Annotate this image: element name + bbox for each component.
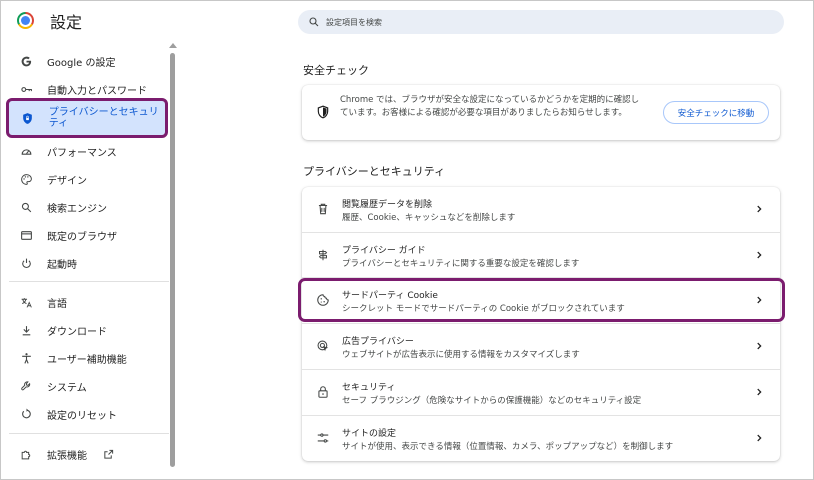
safety-check-card: Chrome では、ブラウザが安全な設定になっているかどうかを定期的に確認してい… [302, 85, 780, 140]
browser-icon [19, 228, 33, 242]
row-subtitle: シークレット モードでサードパーティの Cookie がブロックされています [342, 304, 625, 314]
chevron-right-icon [757, 205, 762, 213]
row-subtitle: 履歴、Cookie、キャッシュなどを削除します [342, 213, 516, 223]
ad-privacy-icon [317, 340, 329, 352]
scrollbar-up-arrow[interactable] [169, 43, 177, 48]
sidebar-scrollbar[interactable] [170, 53, 175, 467]
sidebar-item-label: 言語 [47, 298, 67, 310]
accessibility-icon [19, 351, 33, 365]
privacy-card: 閲覧履歴データを削除 履歴、Cookie、キャッシュなどを削除します プライバシ… [302, 187, 780, 461]
search-input[interactable] [326, 17, 726, 27]
sidebar-item-label: システム [47, 382, 87, 394]
row-subtitle: ウェブサイトが広告表示に使用する情報をカスタマイズします [342, 350, 580, 360]
privacy-section-title: プライバシーとセキュリティ [303, 165, 446, 178]
sidebar-item-label: 検索エンジン [47, 203, 107, 215]
guide-icon [318, 249, 328, 261]
sidebar-item-label: ユーザー補助機能 [47, 354, 127, 366]
sidebar-item-label: ダウンロード [47, 326, 107, 338]
search-box[interactable] [298, 10, 784, 34]
safety-check-description: Chrome では、ブラウザが安全な設定になっているかどうかを定期的に確認してい… [340, 95, 640, 118]
row-title: サイトの設定 [342, 429, 397, 439]
shield-check-icon [317, 105, 329, 119]
wrench-icon [19, 379, 33, 393]
sidebar-item-label: 自動入力とパスワード [47, 85, 147, 97]
privacy-row-third-party-cookies[interactable]: サードパーティ Cookie シークレット モードでサードパーティの Cooki… [302, 277, 780, 322]
trash-icon [318, 203, 328, 215]
sidebar-item-label: プライバシーとセキュリティ [48, 107, 159, 129]
sidebar-item-google[interactable]: Google の設定 [9, 48, 169, 74]
search-icon [19, 200, 33, 214]
row-title: プライバシー ガイド [342, 246, 426, 256]
chevron-right-icon [757, 251, 762, 259]
sidebar-item-extensions[interactable]: 拡張機能 [9, 441, 169, 467]
sidebar-item-privacy[interactable]: プライバシーとセキュリティ [6, 98, 168, 138]
chevron-right-icon [757, 296, 762, 304]
download-icon [19, 323, 33, 337]
sidebar-item-label: Google の設定 [47, 57, 116, 69]
sidebar-item-label: デザイン [47, 175, 87, 187]
row-title: 広告プライバシー [342, 337, 414, 347]
sidebar-item-accessibility[interactable]: ユーザー補助機能 [9, 345, 169, 371]
chevron-right-icon [757, 342, 762, 350]
sidebar-item-label: パフォーマンス [47, 147, 117, 159]
lock-icon [318, 386, 328, 398]
row-subtitle: セーフ ブラウジング（危険なサイトからの保護機能）などのセキュリティ設定 [342, 396, 642, 406]
page-title: 設定 [50, 13, 83, 32]
cookie-icon [317, 294, 329, 306]
privacy-row-site-settings[interactable]: サイトの設定 サイトが使用、表示できる情報（位置情報、カメラ、ポップアップなど）… [302, 415, 780, 460]
sidebar-item-performance[interactable]: パフォーマンス [9, 138, 169, 164]
row-title: サードパーティ Cookie [342, 291, 438, 301]
puzzle-icon [19, 447, 33, 461]
row-title: 閲覧履歴データを削除 [342, 200, 433, 210]
sidebar-divider [9, 433, 169, 434]
key-icon [19, 82, 33, 96]
sidebar-item-search-engine[interactable]: 検索エンジン [9, 194, 169, 220]
sidebar-item-languages[interactable]: 言語 [9, 289, 169, 315]
chevron-right-icon [757, 434, 762, 442]
external-link-icon [103, 449, 114, 460]
row-title: セキュリティ [342, 383, 396, 393]
sidebar-item-label: 拡張機能 [47, 450, 87, 462]
sidebar-item-reset[interactable]: 設定のリセット [9, 401, 169, 427]
settings-window: 設定 Google の設定 自動入力とパスワード プライバシーとセキュリティ パ… [0, 0, 814, 480]
sidebar-item-appearance[interactable]: デザイン [9, 166, 169, 192]
sidebar-divider [9, 281, 169, 282]
sidebar-item-label: 設定のリセット [47, 410, 117, 422]
safety-check-title: 安全チェック [303, 64, 369, 77]
palette-icon [19, 172, 33, 186]
translate-icon [19, 295, 33, 309]
power-icon [19, 256, 33, 270]
chrome-logo-icon [17, 12, 34, 29]
row-subtitle: サイトが使用、表示できる情報（位置情報、カメラ、ポップアップなど）を制御します [342, 442, 674, 452]
privacy-row-security[interactable]: セキュリティ セーフ ブラウジング（危険なサイトからの保護機能）などのセキュリテ… [302, 369, 780, 414]
sidebar-item-downloads[interactable]: ダウンロード [9, 317, 169, 343]
chevron-right-icon [757, 388, 762, 396]
reset-icon [19, 407, 33, 421]
sidebar-item-label: 既定のブラウザ [47, 231, 117, 243]
sidebar-item-on-startup[interactable]: 起動時 [9, 250, 169, 276]
google-icon [19, 54, 33, 68]
privacy-row-ad-privacy[interactable]: 広告プライバシー ウェブサイトが広告表示に使用する情報をカスタマイズします [302, 323, 780, 368]
sidebar-item-label: 起動時 [47, 259, 77, 271]
speedometer-icon [19, 144, 33, 158]
sidebar-item-system[interactable]: システム [9, 373, 169, 399]
shield-icon [21, 111, 35, 125]
sidebar-item-default-browser[interactable]: 既定のブラウザ [9, 222, 169, 248]
safety-check-button[interactable]: 安全チェックに移動 [663, 101, 769, 124]
row-subtitle: プライバシーとセキュリティに関する重要な設定を確認します [342, 259, 580, 269]
search-icon [309, 17, 319, 27]
privacy-row-clear-browsing-data[interactable]: 閲覧履歴データを削除 履歴、Cookie、キャッシュなどを削除します [302, 187, 780, 232]
privacy-row-privacy-guide[interactable]: プライバシー ガイド プライバシーとセキュリティに関する重要な設定を確認します [302, 232, 780, 277]
sliders-icon [317, 433, 329, 443]
